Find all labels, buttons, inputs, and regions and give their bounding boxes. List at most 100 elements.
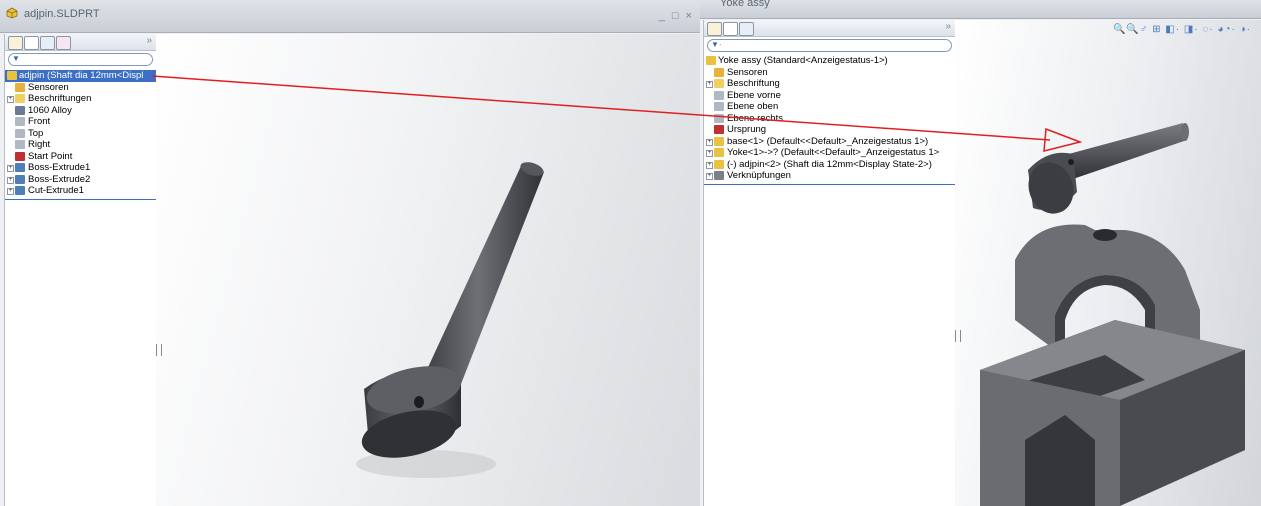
feature-icon bbox=[15, 186, 25, 195]
expand-icon[interactable]: + bbox=[7, 188, 14, 195]
assembly-feature-manager-panel: » ▼· Yoke assy (Standard<Anzeigestatus-1… bbox=[703, 20, 956, 506]
material-icon bbox=[15, 105, 25, 115]
assembly-graphics-area[interactable]: 🔍🔍♂ ⊞ ◧· ◨· ◌· ◕◔· ◑· bbox=[955, 20, 1261, 506]
yoke-assembly-3d-model bbox=[980, 123, 1245, 506]
plane-icon bbox=[15, 117, 25, 126]
tree-item[interactable]: + Beschriftung bbox=[704, 78, 955, 90]
expand-icon[interactable]: + bbox=[7, 96, 14, 103]
expand-icon[interactable]: + bbox=[706, 138, 713, 146]
tab-feature-tree[interactable] bbox=[707, 22, 722, 36]
tree-item[interactable]: Start Point bbox=[5, 151, 156, 163]
tree-item[interactable]: Ebene rechts bbox=[704, 113, 955, 125]
assembly-window-title: Yoke assy bbox=[720, 0, 770, 9]
tree-item[interactable]: adjpin (Shaft dia 12mm<Displ bbox=[5, 70, 156, 82]
mates-icon bbox=[714, 171, 724, 180]
panel-more-button[interactable]: » bbox=[146, 35, 152, 46]
expand-icon[interactable]: + bbox=[7, 165, 14, 172]
tree-item-label: Beschriftung bbox=[727, 78, 780, 89]
tree-item[interactable]: Sensoren bbox=[5, 82, 156, 94]
part-icon bbox=[7, 71, 17, 80]
tree-item[interactable]: Ebene vorne bbox=[704, 90, 955, 102]
tree-item-label: 1060 Alloy bbox=[28, 104, 72, 116]
component-icon bbox=[714, 148, 724, 157]
tree-filter-input[interactable]: ▼· bbox=[707, 39, 952, 52]
part-document-icon bbox=[6, 7, 18, 19]
panel-more-button[interactable]: » bbox=[945, 21, 951, 32]
tab-dimxpert[interactable] bbox=[56, 36, 71, 50]
assembly-tree: Yoke assy (Standard<Anzeigestatus-1>) Sen… bbox=[704, 55, 955, 185]
feature-icon bbox=[15, 174, 25, 184]
part-window-controls[interactable]: _ □ × bbox=[659, 10, 694, 22]
tree-item[interactable]: Ursprung bbox=[704, 124, 955, 136]
tree-item[interactable]: + Yoke<1>->? (Default<<Default>_Anzeigest… bbox=[704, 147, 955, 159]
tree-item[interactable]: 1060 Alloy bbox=[5, 105, 156, 117]
tree-item-label: Boss-Extrude2 bbox=[28, 173, 91, 185]
tree-item[interactable]: Top bbox=[5, 128, 156, 140]
tree-end-line bbox=[5, 198, 156, 200]
origin-icon bbox=[714, 125, 724, 134]
tree-item[interactable]: + Verknüpfungen bbox=[704, 170, 955, 182]
tree-item-label: Ebene oben bbox=[727, 101, 779, 112]
panel-splitter-handle[interactable] bbox=[156, 344, 162, 356]
tree-item[interactable]: Sensoren bbox=[704, 67, 955, 79]
plane-icon bbox=[714, 102, 724, 111]
assembly-window-titlebar[interactable]: Yoke assy bbox=[700, 0, 1261, 19]
tree-item[interactable]: + base<1> (Default<<Default>_Anzeigestatu… bbox=[704, 136, 955, 148]
tree-filter-input[interactable]: ▼ bbox=[8, 53, 153, 66]
tree-item-label: Cut-Extrude1 bbox=[28, 185, 84, 196]
plane-icon bbox=[714, 90, 724, 100]
part-window-titlebar[interactable]: adjpin.SLDPRT _ □ × bbox=[0, 0, 700, 33]
tree-item[interactable]: Yoke assy (Standard<Anzeigestatus-1>) bbox=[704, 55, 955, 67]
annotations-icon bbox=[714, 79, 724, 88]
tree-item-label: adjpin (Shaft dia 12mm<Displ bbox=[19, 70, 144, 81]
tab-configuration-manager[interactable] bbox=[739, 22, 754, 36]
tab-property-manager[interactable] bbox=[723, 22, 738, 36]
tree-item[interactable]: + Boss-Extrude1 bbox=[5, 162, 156, 174]
component-icon bbox=[714, 159, 724, 169]
feature-manager-tabs: » bbox=[5, 34, 156, 51]
sensors-icon bbox=[714, 67, 724, 77]
plane-icon bbox=[15, 140, 25, 149]
tree-item[interactable]: Ebene oben bbox=[704, 101, 955, 113]
tree-end-line bbox=[704, 183, 955, 185]
expand-icon[interactable]: + bbox=[706, 173, 713, 180]
tree-item-label: Top bbox=[28, 127, 44, 139]
tree-item-label: Yoke<1>->? (Default<<Default>_Anzeigesta… bbox=[727, 147, 940, 158]
annotations-icon bbox=[15, 94, 25, 103]
tab-property-manager[interactable] bbox=[24, 36, 39, 50]
tree-item[interactable]: + Cut-Extrude1 bbox=[5, 185, 156, 197]
part-window-title: adjpin.SLDPRT bbox=[24, 8, 100, 20]
expand-icon[interactable]: + bbox=[706, 81, 713, 88]
panel-splitter-handle[interactable] bbox=[955, 330, 961, 342]
expand-icon[interactable]: + bbox=[7, 176, 14, 184]
tree-item-label: Sensoren bbox=[727, 66, 768, 78]
tree-item-label: base<1> (Default<<Default>_Anzeigestatus… bbox=[727, 135, 929, 147]
tree-item-label: Ebene rechts bbox=[727, 112, 783, 124]
tree-item[interactable]: + Beschriftungen bbox=[5, 93, 156, 105]
assembly-feature-manager-tabs: » bbox=[704, 20, 955, 37]
tree-item[interactable]: Front bbox=[5, 116, 156, 128]
component-icon bbox=[714, 136, 724, 146]
tree-item-label: Ursprung bbox=[727, 124, 767, 135]
tree-item-label: Start Point bbox=[28, 150, 73, 162]
feature-manager-panel: » ▼ adjpin (Shaft dia 12mm<Displ Sensoren… bbox=[4, 34, 157, 506]
expand-icon[interactable]: + bbox=[706, 161, 713, 169]
adjpin-3d-model bbox=[356, 162, 544, 478]
assembly-window: Yoke assy » ▼· Yoke assy (Standard<Anzei… bbox=[700, 0, 1261, 506]
tab-feature-tree[interactable] bbox=[8, 36, 23, 50]
tree-item-label: Front bbox=[28, 116, 51, 127]
filter-icon: ▼· bbox=[711, 40, 722, 49]
tree-item[interactable]: + Boss-Extrude2 bbox=[5, 174, 156, 186]
sensors-icon bbox=[15, 82, 25, 92]
tree-item-label: Boss-Extrude1 bbox=[28, 162, 91, 173]
assembly-icon bbox=[706, 56, 716, 65]
tree-item-label: Sensoren bbox=[28, 81, 69, 93]
feature-icon bbox=[15, 163, 25, 172]
expand-icon[interactable]: + bbox=[706, 150, 713, 157]
feature-tree: adjpin (Shaft dia 12mm<Displ Sensoren + Bes… bbox=[5, 70, 156, 200]
plane-icon bbox=[15, 128, 25, 138]
tab-configuration-manager[interactable] bbox=[40, 36, 55, 50]
tree-item[interactable]: Right bbox=[5, 139, 156, 151]
tree-item[interactable]: + (-) adjpin<2> (Shaft dia 12mm<Display S… bbox=[704, 159, 955, 171]
part-graphics-area[interactable] bbox=[156, 34, 700, 506]
